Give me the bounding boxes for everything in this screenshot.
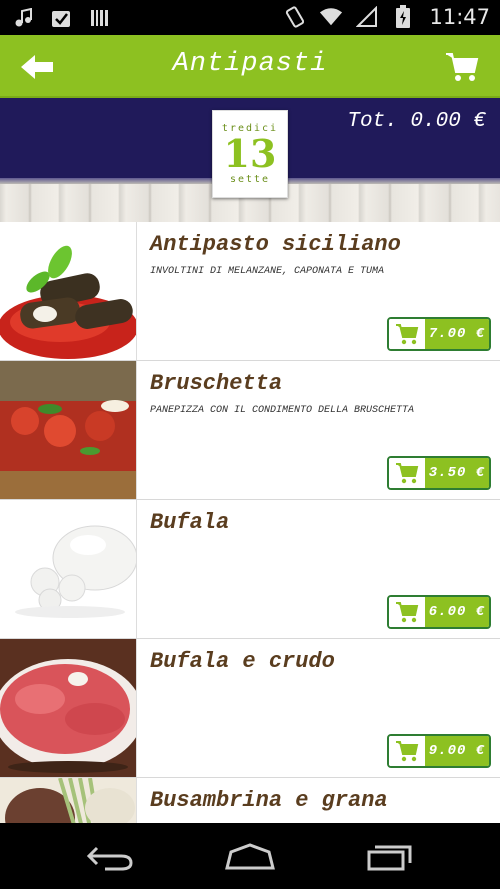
vibrate-icon [283,5,307,29]
dish-name: Bufala [150,510,230,535]
restaurant-logo: tredici 13 sette [212,110,288,198]
add-to-cart-button[interactable]: 7.00 € [387,317,491,351]
navigation-bar [0,823,500,889]
add-to-cart-button[interactable]: 3.50 € [387,456,491,490]
cart-total: Tot. 0.00 € [347,110,486,133]
dish-image [0,639,137,777]
nav-recents-button[interactable] [360,837,420,877]
cart-icon [396,324,419,345]
dish-image [0,500,137,638]
dish-price: 7.00 € [425,319,489,349]
dish-description: PANEPIZZA CON IL CONDIMENTO DELLA BRUSCH… [150,405,415,416]
cart-icon [396,463,419,484]
barcode-icon [88,6,112,30]
battery-icon [391,5,415,29]
music-note-icon [12,6,36,30]
page-title: Antipasti [172,49,328,79]
dish-name: Antipasto siciliano [150,232,401,257]
dish-description: INVOLTINI DI MELANZANE, CAPONATA E TUMA [150,266,385,277]
logo-number: 13 [223,131,277,176]
cart-icon [396,741,419,762]
dish-image [0,222,137,360]
nav-back-button[interactable] [80,837,140,877]
action-bar: Antipasti [0,35,500,98]
checkbox-icon [50,6,74,30]
list-item[interactable]: Busambrina e grana [0,778,500,823]
dish-image [0,361,137,499]
header-banner: tredici 13 sette Tot. 0.00 € [0,98,500,222]
dish-image [0,778,137,823]
wifi-icon [319,5,343,29]
status-bar: 11:47 [0,0,500,35]
add-to-cart-button[interactable]: 6.00 € [387,595,491,629]
cart-button[interactable] [440,47,484,87]
shopping-cart-icon [446,53,479,81]
recents-nav-icon [367,845,412,871]
signal-icon [355,5,379,29]
status-clock: 11:47 [429,5,490,29]
menu-list[interactable]: Antipasto siciliano INVOLTINI DI MELANZA… [0,222,500,823]
list-item[interactable]: Antipasto siciliano INVOLTINI DI MELANZA… [0,222,500,361]
add-to-cart-button[interactable]: 9.00 € [387,734,491,768]
dish-name: Busambrina e grana [150,788,388,813]
back-nav-icon [86,846,133,871]
dish-name: Bufala e crudo [150,649,335,674]
dish-price: 3.50 € [425,458,489,488]
dish-name: Bruschetta [150,371,283,396]
dish-price: 6.00 € [425,597,489,627]
home-nav-icon [225,843,275,870]
list-item[interactable]: Bufala 6.00 € [0,500,500,639]
list-item[interactable]: Bruschetta PANEPIZZA CON IL CONDIMENTO D… [0,361,500,500]
dish-price: 9.00 € [425,736,489,766]
nav-home-button[interactable] [220,837,280,877]
cart-icon [396,602,419,623]
list-item[interactable]: Bufala e crudo 9.00 € [0,639,500,778]
